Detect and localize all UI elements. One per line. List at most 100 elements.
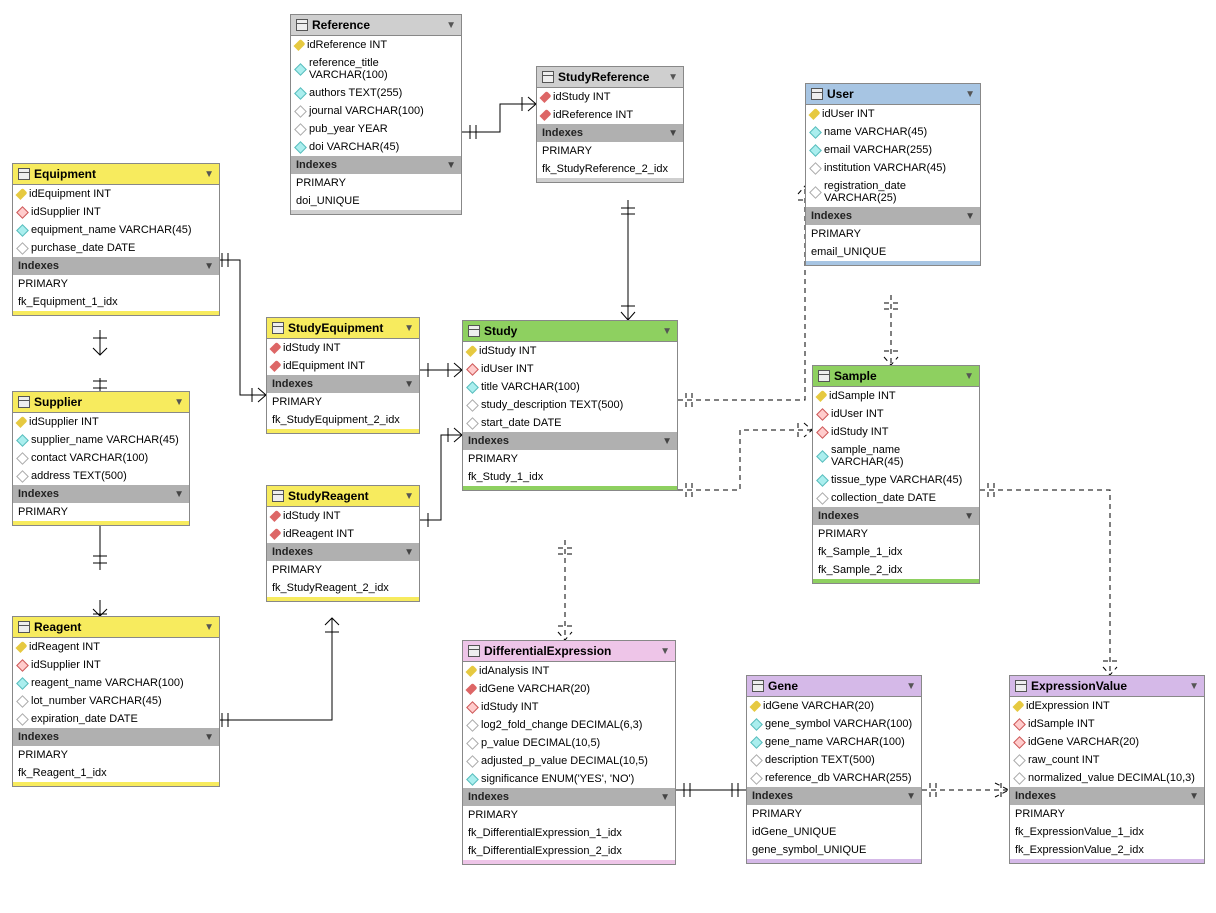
collapse-icon[interactable]: ▼: [204, 732, 214, 743]
column-row[interactable]: idReference INT: [291, 36, 461, 54]
collapse-icon[interactable]: ▼: [404, 323, 414, 334]
column-row[interactable]: tissue_type VARCHAR(45): [813, 471, 979, 489]
entity-header[interactable]: Reagent▼: [13, 617, 219, 638]
entity-header[interactable]: Supplier▼: [13, 392, 189, 413]
collapse-icon[interactable]: ▼: [662, 326, 672, 337]
column-row[interactable]: pub_year YEAR: [291, 120, 461, 138]
column-row[interactable]: sample_name VARCHAR(45): [813, 441, 979, 471]
column-row[interactable]: idStudy INT: [813, 423, 979, 441]
column-row[interactable]: idUser INT: [813, 405, 979, 423]
entity-header[interactable]: Gene▼: [747, 676, 921, 697]
index-row[interactable]: PRIMARY: [1010, 805, 1204, 823]
column-row[interactable]: adjusted_p_value DECIMAL(10,5): [463, 752, 675, 770]
indexes-header[interactable]: Indexes▼: [806, 207, 980, 225]
index-row[interactable]: idGene_UNIQUE: [747, 823, 921, 841]
entity-reagent[interactable]: Reagent▼idReagent INTidSupplier INTreage…: [12, 616, 220, 787]
column-row[interactable]: idSupplier INT: [13, 413, 189, 431]
entity-reference[interactable]: Reference▼idReference INTreference_title…: [290, 14, 462, 215]
column-row[interactable]: gene_symbol VARCHAR(100): [747, 715, 921, 733]
index-row[interactable]: fk_StudyReference_2_idx: [537, 160, 683, 178]
column-row[interactable]: idSample INT: [1010, 715, 1204, 733]
column-row[interactable]: registration_date VARCHAR(25): [806, 177, 980, 207]
collapse-icon[interactable]: ▼: [204, 261, 214, 272]
collapse-icon[interactable]: ▼: [404, 379, 414, 390]
entity-supplier[interactable]: Supplier▼idSupplier INTsupplier_name VAR…: [12, 391, 190, 526]
index-row[interactable]: fk_Reagent_1_idx: [13, 764, 219, 782]
entity-header[interactable]: Sample▼: [813, 366, 979, 387]
collapse-icon[interactable]: ▼: [1189, 681, 1199, 692]
column-row[interactable]: idUser INT: [806, 105, 980, 123]
collapse-icon[interactable]: ▼: [204, 169, 214, 180]
column-row[interactable]: idAnalysis INT: [463, 662, 675, 680]
entity-header[interactable]: StudyEquipment▼: [267, 318, 419, 339]
collapse-icon[interactable]: ▼: [446, 20, 456, 31]
column-row[interactable]: idSupplier INT: [13, 203, 219, 221]
entity-studyreagent[interactable]: StudyReagent▼idStudy INTidReagent INTInd…: [266, 485, 420, 602]
collapse-icon[interactable]: ▼: [906, 791, 916, 802]
index-row[interactable]: fk_ExpressionValue_2_idx: [1010, 841, 1204, 859]
column-row[interactable]: lot_number VARCHAR(45): [13, 692, 219, 710]
index-row[interactable]: PRIMARY: [13, 746, 219, 764]
entity-exprvalue[interactable]: ExpressionValue▼idExpression INTidSample…: [1009, 675, 1205, 864]
entity-header[interactable]: StudyReference▼: [537, 67, 683, 88]
indexes-header[interactable]: Indexes▼: [13, 485, 189, 503]
column-row[interactable]: normalized_value DECIMAL(10,3): [1010, 769, 1204, 787]
column-row[interactable]: idStudy INT: [267, 507, 419, 525]
column-row[interactable]: address TEXT(500): [13, 467, 189, 485]
index-row[interactable]: fk_Study_1_idx: [463, 468, 677, 486]
entity-equipment[interactable]: Equipment▼idEquipment INTidSupplier INTe…: [12, 163, 220, 316]
column-row[interactable]: idReagent INT: [267, 525, 419, 543]
indexes-header[interactable]: Indexes▼: [813, 507, 979, 525]
index-row[interactable]: PRIMARY: [747, 805, 921, 823]
collapse-icon[interactable]: ▼: [404, 547, 414, 558]
column-row[interactable]: gene_name VARCHAR(100): [747, 733, 921, 751]
indexes-header[interactable]: Indexes▼: [13, 257, 219, 275]
indexes-header[interactable]: Indexes▼: [747, 787, 921, 805]
index-row[interactable]: PRIMARY: [463, 450, 677, 468]
column-row[interactable]: idEquipment INT: [267, 357, 419, 375]
entity-header[interactable]: StudyReagent▼: [267, 486, 419, 507]
collapse-icon[interactable]: ▼: [446, 160, 456, 171]
index-row[interactable]: PRIMARY: [267, 393, 419, 411]
column-row[interactable]: name VARCHAR(45): [806, 123, 980, 141]
entity-header[interactable]: ExpressionValue▼: [1010, 676, 1204, 697]
collapse-icon[interactable]: ▼: [964, 371, 974, 382]
column-row[interactable]: idSupplier INT: [13, 656, 219, 674]
column-row[interactable]: institution VARCHAR(45): [806, 159, 980, 177]
index-row[interactable]: fk_StudyReagent_2_idx: [267, 579, 419, 597]
entity-diffexpr[interactable]: DifferentialExpression▼idAnalysis INTidG…: [462, 640, 676, 865]
collapse-icon[interactable]: ▼: [668, 128, 678, 139]
indexes-header[interactable]: Indexes▼: [267, 543, 419, 561]
entity-gene[interactable]: Gene▼idGene VARCHAR(20)gene_symbol VARCH…: [746, 675, 922, 864]
entity-header[interactable]: Equipment▼: [13, 164, 219, 185]
entity-header[interactable]: Reference▼: [291, 15, 461, 36]
index-row[interactable]: doi_UNIQUE: [291, 192, 461, 210]
index-row[interactable]: fk_ExpressionValue_1_idx: [1010, 823, 1204, 841]
index-row[interactable]: PRIMARY: [267, 561, 419, 579]
indexes-header[interactable]: Indexes▼: [291, 156, 461, 174]
entity-study[interactable]: Study▼idStudy INTidUser INTtitle VARCHAR…: [462, 320, 678, 491]
column-row[interactable]: email VARCHAR(255): [806, 141, 980, 159]
index-row[interactable]: email_UNIQUE: [806, 243, 980, 261]
indexes-header[interactable]: Indexes▼: [463, 788, 675, 806]
indexes-header[interactable]: Indexes▼: [537, 124, 683, 142]
index-row[interactable]: PRIMARY: [463, 806, 675, 824]
collapse-icon[interactable]: ▼: [174, 489, 184, 500]
column-row[interactable]: idGene VARCHAR(20): [1010, 733, 1204, 751]
column-row[interactable]: p_value DECIMAL(10,5): [463, 734, 675, 752]
column-row[interactable]: collection_date DATE: [813, 489, 979, 507]
entity-user[interactable]: User▼idUser INTname VARCHAR(45)email VAR…: [805, 83, 981, 266]
collapse-icon[interactable]: ▼: [965, 211, 975, 222]
index-row[interactable]: PRIMARY: [813, 525, 979, 543]
column-row[interactable]: title VARCHAR(100): [463, 378, 677, 396]
collapse-icon[interactable]: ▼: [404, 491, 414, 502]
column-row[interactable]: reference_title VARCHAR(100): [291, 54, 461, 84]
column-row[interactable]: description TEXT(500): [747, 751, 921, 769]
column-row[interactable]: idStudy INT: [463, 698, 675, 716]
index-row[interactable]: PRIMARY: [806, 225, 980, 243]
collapse-icon[interactable]: ▼: [965, 89, 975, 100]
entity-studyequipment[interactable]: StudyEquipment▼idStudy INTidEquipment IN…: [266, 317, 420, 434]
column-row[interactable]: idEquipment INT: [13, 185, 219, 203]
column-row[interactable]: idStudy INT: [537, 88, 683, 106]
indexes-header[interactable]: Indexes▼: [1010, 787, 1204, 805]
